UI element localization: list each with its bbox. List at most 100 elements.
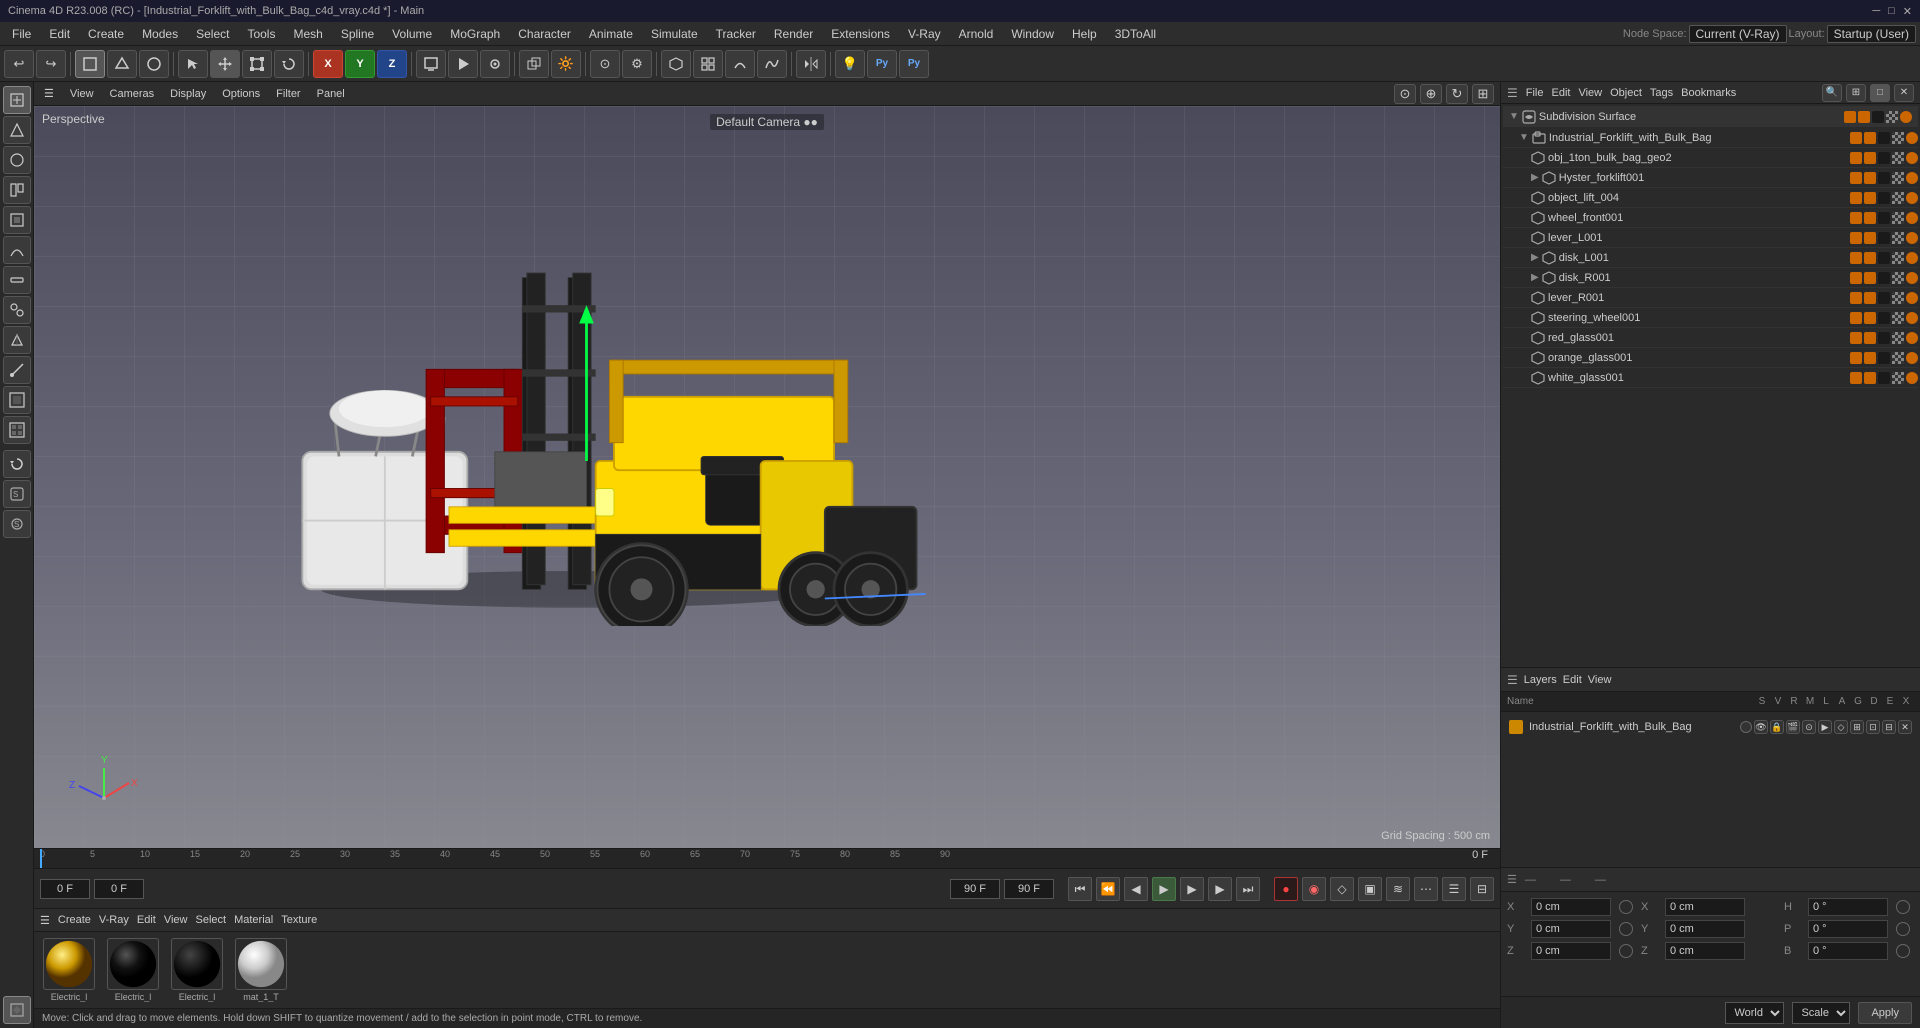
maximize-btn[interactable]: □ xyxy=(1888,5,1895,18)
y-axis-btn[interactable]: Y xyxy=(345,50,375,78)
render-view-btn[interactable] xyxy=(416,50,446,78)
tool-9[interactable] xyxy=(3,326,31,354)
om-menu-view[interactable]: View xyxy=(1578,87,1602,99)
om-btn3[interactable]: □ xyxy=(1870,84,1890,102)
menu-volume[interactable]: Volume xyxy=(384,25,440,43)
mat-menu-toggle[interactable]: ☰ xyxy=(40,914,50,927)
om-menu-file[interactable]: File xyxy=(1526,87,1544,99)
tree-item-bulk-bag[interactable]: obj_1ton_bulk_bag_geo2 xyxy=(1503,148,1918,168)
keyframe-btn[interactable]: ◇ xyxy=(1330,877,1354,901)
om-menu-object[interactable]: Object xyxy=(1610,87,1642,99)
layer-def-btn[interactable]: ⊞ xyxy=(1850,720,1864,734)
viewport-display-menu[interactable]: Display xyxy=(166,88,210,100)
viewport-filter-menu[interactable]: Filter xyxy=(272,88,304,100)
layer-col-btn[interactable]: ⊟ xyxy=(1882,720,1896,734)
tool-5[interactable] xyxy=(3,206,31,234)
deform-btn[interactable] xyxy=(725,50,755,78)
undo-btn[interactable]: ↩ xyxy=(4,50,34,78)
light-btn[interactable]: 💡 xyxy=(835,50,865,78)
menu-tools[interactable]: Tools xyxy=(239,25,283,43)
tool-12[interactable] xyxy=(3,416,31,444)
view-cube-btn[interactable] xyxy=(519,50,549,78)
om-menu-bookmarks[interactable]: Bookmarks xyxy=(1681,87,1736,99)
layer-render-btn[interactable]: 🎬 xyxy=(1786,720,1800,734)
menu-mograph[interactable]: MoGraph xyxy=(442,25,508,43)
redo-btn[interactable]: ↪ xyxy=(36,50,66,78)
edge-mode-btn[interactable] xyxy=(139,50,169,78)
spline-tool-btn[interactable] xyxy=(757,50,787,78)
tool-4[interactable] xyxy=(3,176,31,204)
lm-layers-menu[interactable]: Layers xyxy=(1524,674,1557,686)
menu-simulate[interactable]: Simulate xyxy=(643,25,706,43)
mat-menu-create[interactable]: Create xyxy=(58,914,91,926)
mat-menu-view[interactable]: View xyxy=(164,914,188,926)
layer-mgr-btn[interactable]: ⊙ xyxy=(1802,720,1816,734)
play-forward-btn[interactable]: ▶ xyxy=(1180,877,1204,901)
dim-p-val[interactable] xyxy=(1808,920,1888,938)
lm-view-menu[interactable]: View xyxy=(1588,674,1612,686)
start-time-input[interactable] xyxy=(40,879,90,899)
menu-3dtoall[interactable]: 3DToAll xyxy=(1107,25,1164,43)
tool-8[interactable] xyxy=(3,296,31,324)
dim-b-val[interactable] xyxy=(1808,942,1888,960)
tool-2[interactable] xyxy=(3,116,31,144)
go-to-start-btn[interactable]: ⏮ xyxy=(1068,877,1092,901)
prev-keyframe-btn[interactable]: ◀ xyxy=(1124,877,1148,901)
menu-render[interactable]: Render xyxy=(766,25,821,43)
menu-help[interactable]: Help xyxy=(1064,25,1105,43)
current-time-input[interactable] xyxy=(94,879,144,899)
coord-y2-val[interactable] xyxy=(1665,920,1745,938)
close-btn[interactable]: ✕ xyxy=(1903,5,1912,18)
material-item-1[interactable]: Electric_l xyxy=(40,938,98,1002)
tree-item-subdiv-surface[interactable]: ▼ Subdivision Surface xyxy=(1503,106,1918,128)
x-axis-btn[interactable]: X xyxy=(313,50,343,78)
menu-edit[interactable]: Edit xyxy=(41,25,78,43)
material-item-2[interactable]: Electric_l xyxy=(104,938,162,1002)
viewport-options-menu[interactable]: Options xyxy=(218,88,264,100)
lm-toggle[interactable]: ☰ xyxy=(1507,673,1518,687)
layout-value[interactable]: Startup (User) xyxy=(1827,25,1916,43)
material-item-4[interactable]: mat_1_T xyxy=(232,938,290,1002)
tree-item-wheel-front[interactable]: wheel_front001 xyxy=(1503,208,1918,228)
auto-keyframe-btn[interactable]: ◉ xyxy=(1302,877,1326,901)
snap-btn[interactable]: ⊙ xyxy=(590,50,620,78)
anim-settings-btn[interactable]: ⋯ xyxy=(1414,877,1438,901)
tool-6[interactable] xyxy=(3,236,31,264)
tree-item-white-glass[interactable]: white_glass001 xyxy=(1503,368,1918,388)
timeline-ruler[interactable]: 0 5 10 15 20 25 30 35 40 45 50 55 60 65 … xyxy=(34,849,1500,869)
tree-item-orange-glass[interactable]: orange_glass001 xyxy=(1503,348,1918,368)
tree-item-steering[interactable]: steering_wheel001 xyxy=(1503,308,1918,328)
layer-btn[interactable]: ☰ xyxy=(1442,877,1466,901)
tree-item-disk-l[interactable]: ▶ disk_L001 xyxy=(1503,248,1918,268)
param-btn[interactable]: ⊟ xyxy=(1470,877,1494,901)
record-btn[interactable]: ● xyxy=(1274,877,1298,901)
viewport-panel-menu[interactable]: Panel xyxy=(313,88,349,100)
move-btn[interactable] xyxy=(210,50,240,78)
viewport-ctrl-4[interactable]: ⊞ xyxy=(1472,84,1494,104)
transform-mode-select[interactable]: Scale xyxy=(1792,1002,1850,1024)
motion-record-btn[interactable]: ▣ xyxy=(1358,877,1382,901)
python-btn[interactable]: Py xyxy=(867,50,897,78)
go-to-end-btn[interactable]: ⏭ xyxy=(1236,877,1260,901)
tree-item-lever-r[interactable]: lever_R001 xyxy=(1503,288,1918,308)
next-keyframe-btn[interactable]: ▶ xyxy=(1208,877,1232,901)
menu-modes[interactable]: Modes xyxy=(134,25,186,43)
scale-btn[interactable] xyxy=(242,50,272,78)
material-item-3[interactable]: Electric_l xyxy=(168,938,226,1002)
tree-item-object-lift[interactable]: object_lift_004 xyxy=(1503,188,1918,208)
end-time-input[interactable] xyxy=(950,879,1000,899)
layer-x-btn[interactable]: ✕ xyxy=(1898,720,1912,734)
dim-h-val[interactable] xyxy=(1808,898,1888,916)
viewport-menu-toggle[interactable]: ☰ xyxy=(40,87,58,100)
lm-edit-menu[interactable]: Edit xyxy=(1563,674,1582,686)
tool-11[interactable] xyxy=(3,386,31,414)
minimize-btn[interactable]: ─ xyxy=(1872,5,1880,18)
om-btn4[interactable]: ✕ xyxy=(1894,84,1914,102)
tree-item-red-glass[interactable]: red_glass001 xyxy=(1503,328,1918,348)
menu-extensions[interactable]: Extensions xyxy=(823,25,898,43)
play-btn[interactable]: ▶ xyxy=(1152,877,1176,901)
tool-10[interactable] xyxy=(3,356,31,384)
mat-menu-texture[interactable]: Texture xyxy=(281,914,317,926)
menu-tracker[interactable]: Tracker xyxy=(708,25,764,43)
viewport-cameras-menu[interactable]: Cameras xyxy=(106,88,159,100)
